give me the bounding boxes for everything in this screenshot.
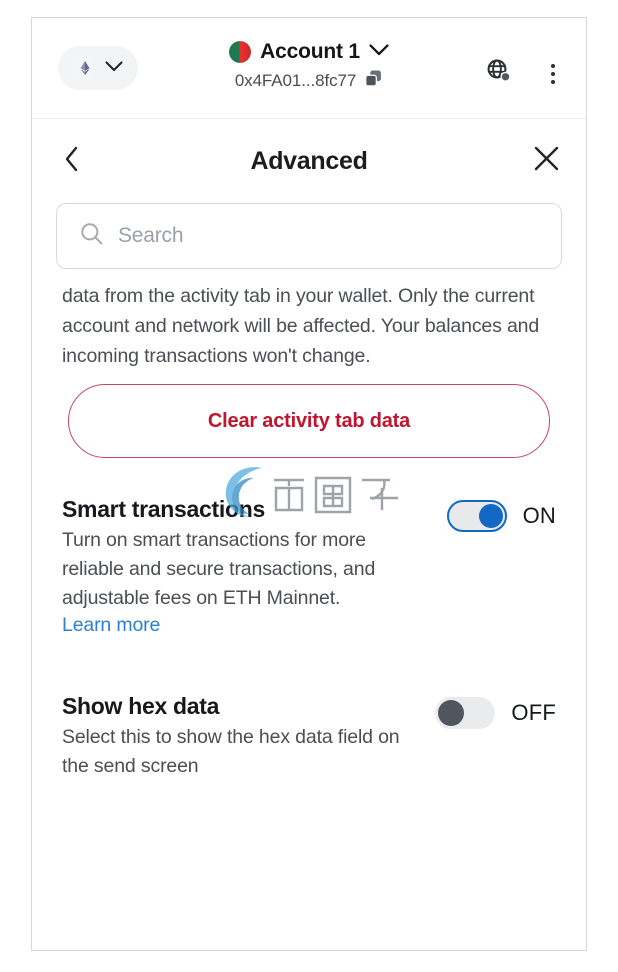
dot [551,63,555,68]
page-title: Advanced [250,146,368,175]
account-address-copy-button[interactable]: 0x4FA01...8fc77 [235,69,383,93]
copy-icon [364,69,383,93]
show-hex-data-title: Show hex data [62,693,220,719]
show-hex-data-toggle-state: OFF [511,700,556,725]
clear-activity-description: data from the activity tab in your walle… [62,285,540,367]
smart-transactions-toggle-group: ON [446,494,556,532]
globe-network-icon[interactable] [486,58,512,89]
account-address-label: 0x4FA01...8fc77 [234,71,357,90]
dot [551,79,555,84]
dot [551,71,555,76]
clear-activity-tab-data-button[interactable]: Clear activity tab data [68,384,550,458]
chevron-down-icon [369,43,389,61]
learn-more-link[interactable]: Learn more [62,614,160,637]
more-vertical-icon[interactable] [542,62,564,86]
show-hex-data-toggle[interactable] [435,697,496,729]
avatar [229,41,252,63]
account-name-label: Account 1 [260,40,360,63]
wallet-extension-window: Account 1 0x4FA01...8fc77 Advanced Searc… [31,17,587,951]
show-hex-data-texts: Show hex data Select this to show the he… [62,691,407,781]
smart-transactions-title: Smart transactions [62,496,265,522]
search-section: Search [32,203,586,269]
toggle-knob [438,700,465,726]
setting-row: Smart transactions Turn on smart transac… [62,458,556,637]
advanced-settings-content: data from the activity tab in your walle… [32,269,586,781]
chevron-left-icon [64,146,80,177]
show-hex-data-description: Select this to show the hex data field o… [62,726,400,777]
toggle-knob [478,504,503,528]
back-button[interactable] [54,143,90,179]
account-name-button[interactable]: Account 1 [229,40,389,64]
close-x-icon [533,145,560,177]
account-header: Account 1 0x4FA01...8fc77 [32,18,586,119]
clear-activity-tab-data-label: Clear activity tab data [207,409,411,432]
smart-transactions-texts: Smart transactions Turn on smart transac… [62,494,407,637]
search-placeholder: Search [118,224,184,247]
search-icon [79,221,104,251]
page-title-bar: Advanced [32,119,586,203]
smart-transactions-toggle[interactable] [446,500,507,532]
setting-row: Show hex data Select this to show the he… [62,637,556,781]
close-button[interactable] [528,143,564,179]
show-hex-data-toggle-group: OFF [435,691,556,729]
search-input[interactable]: Search [56,203,562,269]
smart-transactions-description: Turn on smart transactions for more reli… [62,529,376,609]
header-actions [486,58,564,89]
smart-transactions-toggle-state: ON [522,503,556,528]
